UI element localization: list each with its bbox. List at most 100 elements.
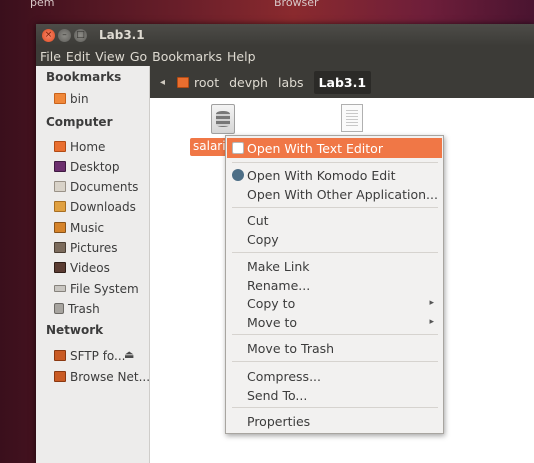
menu-file[interactable]: File — [40, 49, 61, 64]
text-editor-icon — [232, 142, 244, 154]
breadcrumb-devph[interactable]: devph — [229, 75, 268, 90]
pictures-folder-icon — [54, 242, 66, 253]
context-menu: Open With Text Editor Open With Komodo E… — [225, 135, 444, 434]
sidebar-item-label: SFTP fo... — [70, 348, 126, 363]
menu-item-label: Cut — [247, 212, 269, 228]
menu-item-compress[interactable]: Compress... — [227, 366, 442, 386]
menu-item-label: Compress... — [247, 368, 321, 384]
menu-item-move-to[interactable]: Move to ▸ — [227, 312, 442, 332]
submenu-arrow-icon: ▸ — [429, 298, 434, 308]
submenu-arrow-icon: ▸ — [429, 317, 434, 327]
close-icon: × — [44, 29, 53, 40]
database-file-icon[interactable] — [211, 104, 235, 134]
window-titlebar[interactable]: × – □ Lab3.1 — [36, 24, 534, 46]
sidebar-item-bin[interactable]: bin — [54, 90, 89, 107]
sidebar-item-trash[interactable]: Trash — [54, 300, 100, 317]
menu-item-label: Open With Text Editor — [247, 140, 383, 156]
eject-icon[interactable]: ⏏ — [124, 348, 134, 361]
menu-separator — [232, 407, 438, 408]
menu-item-label: Copy — [247, 231, 279, 247]
menu-item-move-to-trash[interactable]: Move to Trash — [227, 338, 442, 358]
menu-item-cut[interactable]: Cut — [227, 210, 442, 230]
breadcrumb-label: root — [194, 74, 220, 90]
home-folder-icon — [54, 141, 66, 152]
menu-item-label: Move to Trash — [247, 340, 335, 356]
sidebar-item-label: Home — [70, 139, 106, 154]
sidebar-item-label: Documents — [70, 179, 139, 194]
menu-item-send-to[interactable]: Send To... — [227, 385, 442, 405]
sidebar-item-desktop[interactable]: Desktop — [54, 158, 120, 175]
breadcrumb-labs[interactable]: labs — [278, 75, 304, 90]
desktop-background-text: pem — [30, 0, 55, 9]
sidebar-item-documents[interactable]: Documents — [54, 178, 138, 195]
menu-item-open-with-other[interactable]: Open With Other Application... — [227, 184, 442, 204]
filesystem-icon — [54, 285, 66, 292]
minimize-window-button[interactable]: – — [58, 28, 71, 42]
location-pathbar: ◂ root devph labs Lab3.1 — [150, 66, 534, 98]
menu-item-label: Open With Other Application... — [247, 186, 438, 202]
menu-item-label: Properties — [247, 413, 311, 429]
menu-item-copy-to[interactable]: Copy to ▸ — [227, 293, 442, 313]
places-sidebar: Bookmarks bin Computer Home Desktop Docu… — [36, 66, 150, 463]
menu-item-label: Copy to — [247, 295, 296, 311]
sidebar-item-downloads[interactable]: Downloads — [54, 198, 136, 215]
minimize-icon: – — [62, 29, 67, 40]
menu-item-rename[interactable]: Rename... — [227, 275, 442, 295]
menu-item-copy[interactable]: Copy — [227, 229, 442, 249]
trash-icon — [54, 303, 64, 314]
sidebar-item-sftp[interactable]: SFTP fo... — [54, 347, 126, 364]
menu-item-open-with-komodo[interactable]: Open With Komodo Edit — [227, 165, 442, 185]
menu-view[interactable]: View — [95, 49, 125, 64]
network-icon — [54, 371, 66, 382]
menu-item-make-link[interactable]: Make Link — [227, 256, 442, 276]
menu-separator — [232, 207, 438, 208]
desktop-icon — [54, 161, 66, 172]
sidebar-header-computer: Computer — [46, 115, 113, 129]
desktop-background-text: Browser — [274, 0, 319, 9]
menu-help[interactable]: Help — [227, 49, 256, 64]
close-window-button[interactable]: × — [42, 28, 55, 42]
sidebar-item-music[interactable]: Music — [54, 219, 104, 236]
menu-separator — [232, 162, 438, 163]
menu-edit[interactable]: Edit — [66, 49, 90, 64]
maximize-window-button[interactable]: □ — [74, 28, 87, 42]
sidebar-header-bookmarks: Bookmarks — [46, 70, 122, 84]
komodo-icon — [232, 169, 244, 181]
sidebar-item-videos[interactable]: Videos — [54, 259, 110, 276]
text-file-icon[interactable] — [341, 104, 363, 132]
menu-go[interactable]: Go — [130, 49, 147, 64]
window-title: Lab3.1 — [99, 28, 145, 42]
file-label-selected[interactable]: salari — [190, 138, 230, 156]
menu-item-label: Send To... — [247, 387, 308, 403]
menu-separator — [232, 361, 438, 362]
documents-folder-icon — [54, 181, 66, 192]
sidebar-item-label: File System — [70, 281, 139, 296]
pathbar-back-arrow-icon[interactable]: ◂ — [160, 77, 165, 88]
maximize-icon: □ — [76, 29, 85, 40]
videos-folder-icon — [54, 262, 66, 273]
sidebar-item-label: Browse Net... — [70, 369, 151, 384]
music-folder-icon — [54, 222, 66, 233]
menu-separator — [232, 334, 438, 335]
sidebar-item-label: Videos — [70, 260, 110, 275]
menu-item-open-with-text-editor[interactable]: Open With Text Editor — [227, 138, 442, 158]
menu-item-label: Make Link — [247, 258, 310, 274]
breadcrumb-current[interactable]: Lab3.1 — [313, 70, 372, 94]
sidebar-item-label: Desktop — [70, 159, 120, 174]
sidebar-item-pictures[interactable]: Pictures — [54, 239, 118, 256]
sidebar-item-file-system[interactable]: File System — [54, 280, 139, 297]
network-drive-icon — [54, 350, 66, 361]
sidebar-item-label: Trash — [68, 301, 100, 316]
menu-item-label: Move to — [247, 314, 298, 330]
sidebar-item-label: Pictures — [70, 240, 118, 255]
sidebar-item-label: Downloads — [70, 199, 136, 214]
menu-bookmarks[interactable]: Bookmarks — [152, 49, 222, 64]
folder-icon — [54, 93, 66, 104]
sidebar-item-home[interactable]: Home — [54, 138, 105, 155]
menu-item-label: Rename... — [247, 277, 311, 293]
breadcrumb-root[interactable]: root — [177, 75, 219, 90]
sidebar-item-browse-network[interactable]: Browse Net... — [54, 368, 150, 385]
sidebar-item-label: bin — [70, 91, 89, 106]
menu-item-properties[interactable]: Properties — [227, 411, 442, 431]
downloads-folder-icon — [54, 201, 66, 212]
